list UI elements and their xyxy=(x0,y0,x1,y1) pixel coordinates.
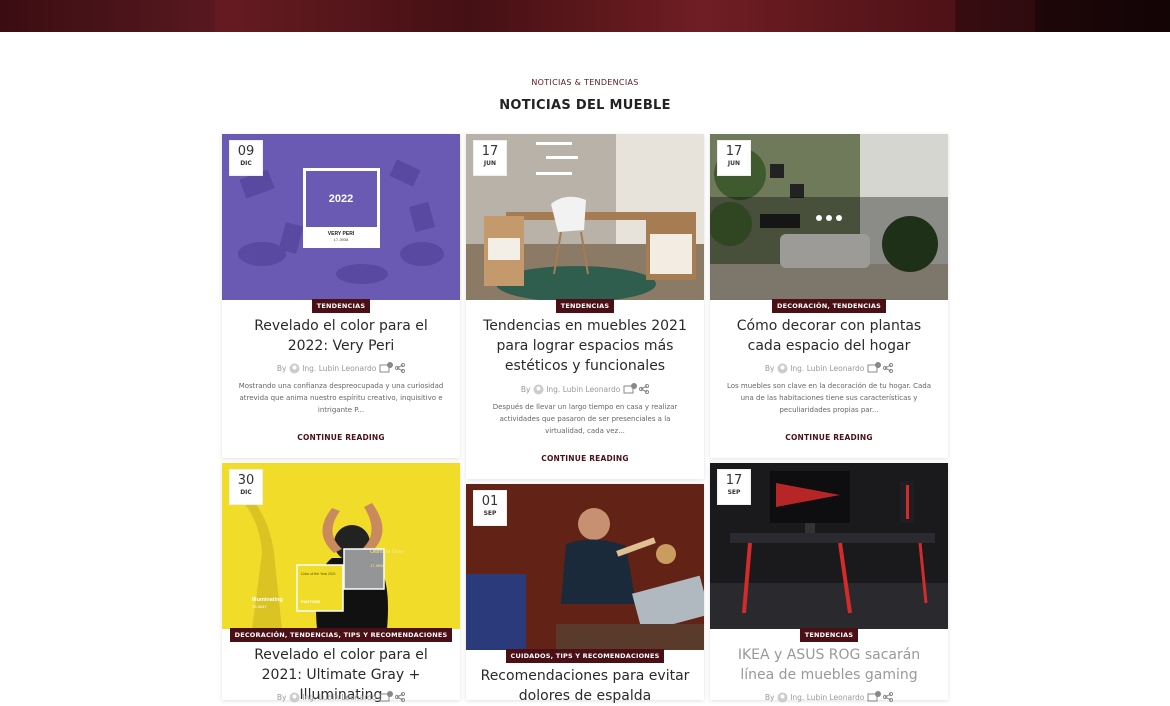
post-meta: By Ing. Lubin Leonardo xyxy=(710,691,948,705)
avatar-icon xyxy=(777,363,788,376)
avatar-icon xyxy=(777,692,788,705)
author-name[interactable]: Ing. Lubin Leonardo xyxy=(302,364,376,373)
continue-reading-link[interactable]: CONTINUE READING xyxy=(222,433,460,442)
avatar-icon xyxy=(289,692,300,705)
blog-card: Ultimate Gray 17-5938 Illuminating 13-06… xyxy=(222,463,460,703)
post-month: JUN xyxy=(727,160,741,167)
blog-card: 17 JUN TENDENCIAS Tendencias en muebles … xyxy=(466,134,704,479)
pantone-label: PANTONE xyxy=(301,599,321,604)
post-month: DIC xyxy=(240,489,252,496)
comment-icon[interactable] xyxy=(379,691,393,705)
swatch-code: 17-3938 xyxy=(334,237,349,242)
post-meta: By Ing. Lubin Leonardo xyxy=(222,362,460,376)
category-badge[interactable]: CUIDADOS, TIPS Y RECOMENDACIONES xyxy=(505,649,665,663)
post-image[interactable]: 17 JUN xyxy=(466,134,704,300)
avatar-icon xyxy=(289,363,300,376)
post-date: 09 DIC xyxy=(229,140,263,176)
post-category: DECORACIÓN, TENDENCIAS xyxy=(710,293,948,313)
author-prefix: By xyxy=(764,693,775,702)
category-badge[interactable]: DECORACIÓN, TENDENCIAS, TIPS Y RECOMENDA… xyxy=(229,628,453,642)
post-day: 09 xyxy=(237,144,255,159)
post-day: 30 xyxy=(237,473,255,488)
illuminating-code: 13-0647 xyxy=(252,604,267,609)
post-date: 01 SEP xyxy=(473,490,507,526)
post-title[interactable]: IKEA y ASUS ROG sacarán línea de muebles… xyxy=(720,645,938,685)
category-badge[interactable]: TENDENCIAS xyxy=(799,628,859,642)
author-name[interactable]: Ing. Lubin Leonardo xyxy=(790,693,864,702)
post-month: DIC xyxy=(240,160,252,167)
share-icon[interactable] xyxy=(883,362,894,375)
blog-card: 17 SEP TENDENCIAS IKEA y ASUS ROG sacará… xyxy=(710,463,948,703)
gray-label: Ultimate Gray xyxy=(370,549,404,555)
avatar-icon xyxy=(533,384,544,397)
illuminating-label: Illuminating xyxy=(252,597,283,603)
post-category: CUIDADOS, TIPS Y RECOMENDACIONES xyxy=(466,643,704,663)
author-prefix: By xyxy=(276,364,287,373)
section-title: NOTICIAS DEL MUEBLE xyxy=(499,98,671,113)
post-day: 17 xyxy=(481,144,499,159)
continue-reading-link[interactable]: CONTINUE READING xyxy=(466,454,704,463)
share-icon[interactable] xyxy=(395,691,406,704)
post-image[interactable]: 17 SEP xyxy=(710,463,948,629)
post-meta: By Ing. Lubin Leonardo xyxy=(222,691,460,705)
comment-icon[interactable] xyxy=(867,691,881,705)
share-icon[interactable] xyxy=(639,383,650,396)
post-title[interactable]: Recomendaciones para evitar dolores de e… xyxy=(476,666,694,706)
comment-icon[interactable] xyxy=(623,383,637,397)
post-day: 01 xyxy=(481,494,499,509)
author-name[interactable]: Ing. Lubin Leonardo xyxy=(302,693,376,702)
share-icon[interactable] xyxy=(395,362,406,375)
post-image[interactable]: 01 SEP xyxy=(466,484,704,650)
post-date: 30 DIC xyxy=(229,469,263,505)
post-title[interactable]: Revelado el color para el 2022: Very Per… xyxy=(232,316,450,356)
blog-card: 17 JUN DECORACIÓN, TENDENCIAS Cómo decor… xyxy=(710,134,948,458)
category-badge[interactable]: TENDENCIAS xyxy=(555,299,615,313)
post-category: TENDENCIAS xyxy=(710,622,948,642)
post-image[interactable]: 17 JUN xyxy=(710,134,948,300)
author-prefix: By xyxy=(276,693,287,702)
category-badge[interactable]: DECORACIÓN, TENDENCIAS xyxy=(772,299,886,313)
share-icon[interactable] xyxy=(883,691,894,704)
gray-code: 17-5938 xyxy=(370,563,385,568)
section-subtitle: NOTICIAS & TENDENCIAS xyxy=(531,78,639,87)
post-month: JUN xyxy=(483,160,497,167)
post-excerpt: Los muebles son clave en la decoración d… xyxy=(726,382,932,414)
post-month: SEP xyxy=(483,510,497,517)
hero-banner-strip xyxy=(0,0,1170,32)
post-date: 17 JUN xyxy=(717,140,751,176)
post-category: DECORACIÓN, TENDENCIAS, TIPS Y RECOMENDA… xyxy=(222,622,460,642)
post-category: TENDENCIAS xyxy=(222,293,460,313)
post-month: SEP xyxy=(727,489,741,496)
author-prefix: By xyxy=(520,385,531,394)
swatch-year: 2022 xyxy=(329,193,353,205)
comment-icon[interactable] xyxy=(379,362,393,376)
post-day: 17 xyxy=(725,144,743,159)
blog-card: 01 SEP CUIDADOS, TIPS Y RECOMENDACIONES … xyxy=(466,484,704,704)
blog-card: 2022 VERY PERI 17-3938 09 DIC TENDENCIAS… xyxy=(222,134,460,458)
post-title[interactable]: Tendencias en muebles 2021 para lograr e… xyxy=(476,316,694,376)
author-prefix: By xyxy=(764,364,775,373)
post-meta: By Ing. Lubin Leonardo xyxy=(710,362,948,376)
post-category: TENDENCIAS xyxy=(466,293,704,313)
post-excerpt: Mostrando una confianza despreocupada y … xyxy=(238,382,444,414)
post-date: 17 JUN xyxy=(473,140,507,176)
post-excerpt: Después de llevar un largo tiempo en cas… xyxy=(492,403,678,435)
post-image[interactable]: 2022 VERY PERI 17-3938 09 DIC xyxy=(222,134,460,300)
category-badge[interactable]: TENDENCIAS xyxy=(311,299,371,313)
post-meta: By Ing. Lubin Leonardo xyxy=(466,383,704,397)
author-name[interactable]: Ing. Lubin Leonardo xyxy=(546,385,620,394)
post-day: 17 xyxy=(725,473,743,488)
post-date: 17 SEP xyxy=(717,469,751,505)
author-name[interactable]: Ing. Lubin Leonardo xyxy=(790,364,864,373)
post-image[interactable]: Ultimate Gray 17-5938 Illuminating 13-06… xyxy=(222,463,460,629)
coty-label: Color of the Year 2021 xyxy=(301,572,336,576)
post-title[interactable]: Cómo decorar con plantas cada espacio de… xyxy=(720,316,938,356)
continue-reading-link[interactable]: CONTINUE READING xyxy=(710,433,948,442)
comment-icon[interactable] xyxy=(867,362,881,376)
